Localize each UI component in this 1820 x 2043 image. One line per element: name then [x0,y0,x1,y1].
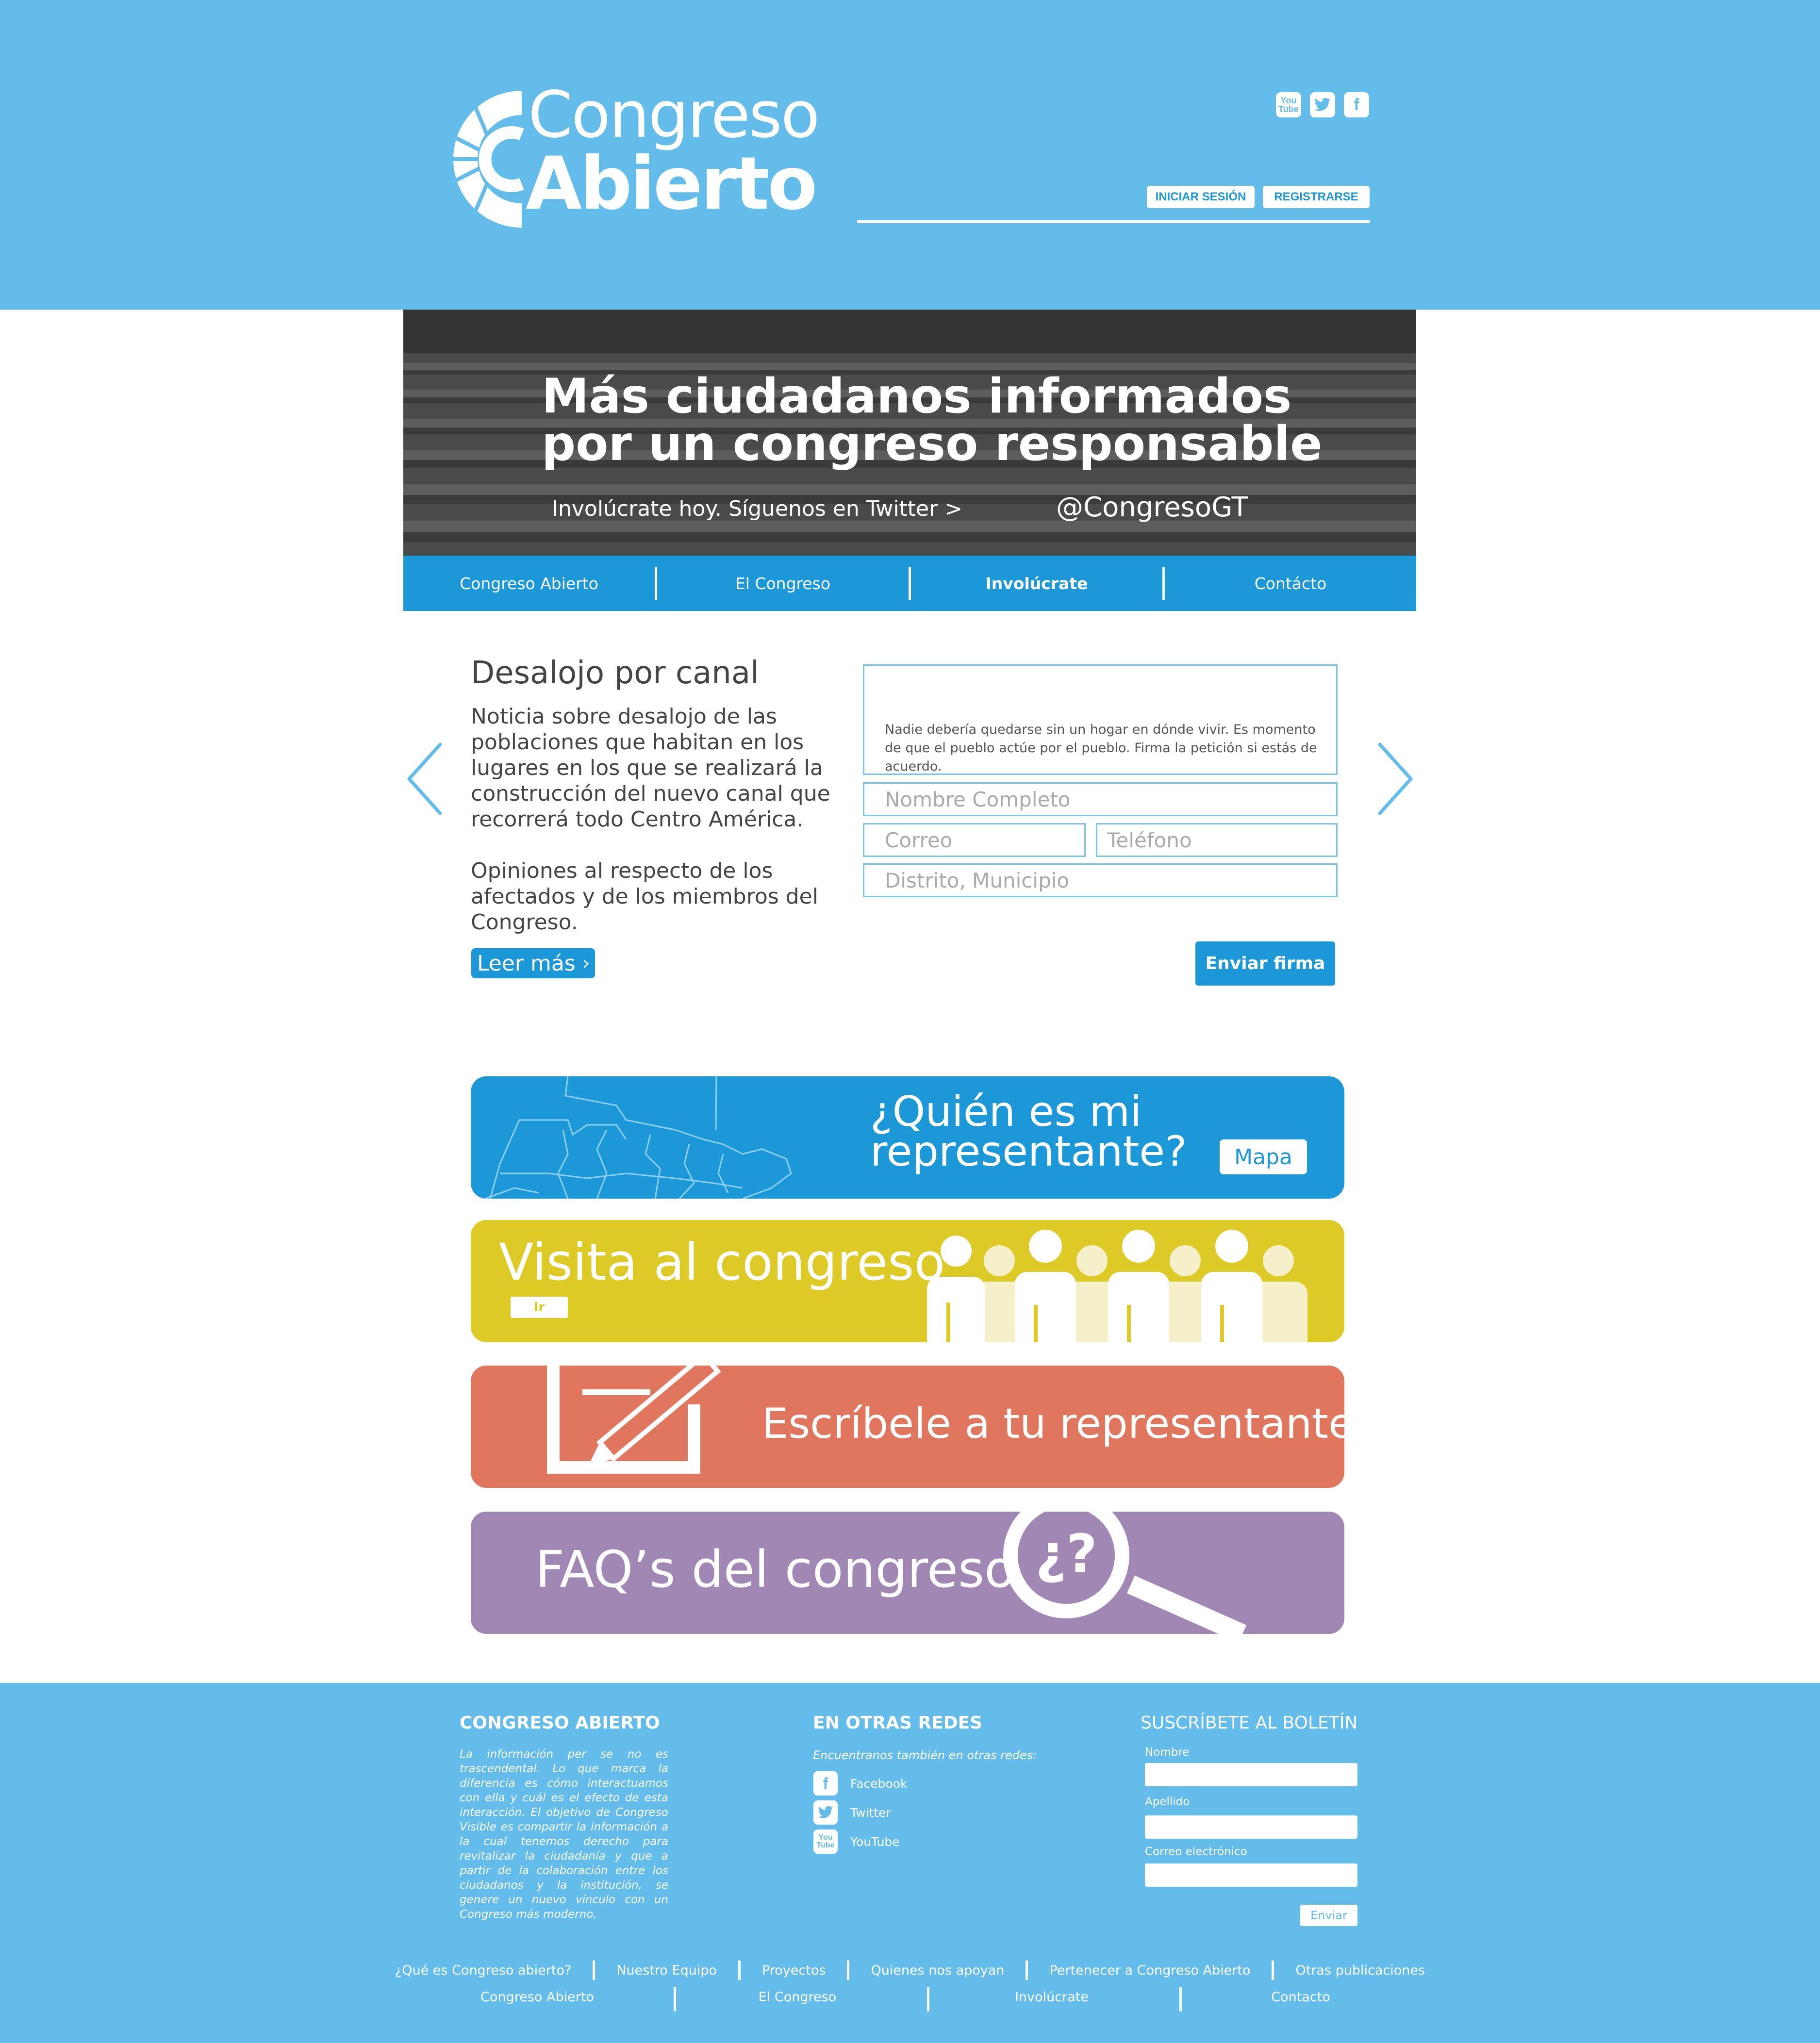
login-button[interactable]: INICIAR SESIÓN [1147,186,1255,208]
facebook-icon[interactable]: f [1344,92,1369,117]
footer-twitter-link[interactable]: Twitter [813,1800,891,1825]
carousel-next-arrow-icon[interactable] [1376,742,1415,815]
article-paragraph: Opiniones al respecto de los afectados y… [471,858,818,935]
facebook-icon: f [813,1771,838,1796]
petition-text: Nadie debería quedarse sin un hogar en d… [885,722,1317,774]
nav-item-el-congreso[interactable]: El Congreso [657,556,909,611]
find-representative-title: ¿Quién es mi representante? [870,1087,1187,1176]
email-input[interactable]: Correo [863,823,1086,857]
footer-youtube-link[interactable]: You Tube YouTube [813,1829,900,1854]
newsletter-name-label: Nombre [1145,1746,1190,1759]
footer-link-separator [1179,1987,1182,2011]
map-button[interactable]: Mapa [1220,1139,1307,1174]
main-nav: Congreso Abierto El Congreso Involúcrate… [403,556,1416,611]
footer-link-separator [738,1961,741,1980]
footer-networks-subtitle: Encuentranos también en otras redes: [813,1748,1037,1762]
footer-links-row2: Congreso Abierto El Congreso Involúcrate… [0,1987,1820,2011]
footer-nav-involucrate[interactable]: Involúcrate [1015,1990,1089,2005]
footer-link-what-is[interactable]: ¿Qué es Congreso abierto? [395,1963,571,1978]
article-title: Desalojo por canal [471,655,759,691]
hero-twitter-cta[interactable]: Involúcrate hoy. Síguenos en Twitter > [552,496,962,521]
site-footer [0,1683,1820,2043]
newsletter-email-input[interactable] [1145,1863,1357,1887]
hero-banner: Más ciudadanos informados por un congres… [403,310,1416,556]
footer-link-separator [1026,1961,1028,1980]
article-paragraph: Noticia sobre desalojo de las poblacione… [471,704,830,832]
find-representative-title-line2: representante? [870,1127,1187,1176]
youtube-icon[interactable]: You Tube [1276,92,1301,117]
nav-item-involucrate[interactable]: Involúcrate [911,556,1162,611]
pencil-paper-icon [547,1366,721,1474]
footer-facebook-label: Facebook [850,1776,908,1791]
hero-title-line1: Más ciudadanos informados [542,369,1292,424]
hero-title: Más ciudadanos informados por un congres… [542,373,1323,468]
hero-twitter-handle[interactable]: @CongresoGT [1056,492,1248,523]
visit-congress-banner[interactable]: Visita al congreso Ir [471,1220,1344,1342]
site-header: Congreso Abierto You Tube f INICIAR SESIÓ… [0,0,1820,310]
read-more-button[interactable]: Leer más › [471,948,595,978]
header-social-links: You Tube f [1267,92,1369,117]
twitter-icon [813,1800,838,1825]
newsletter-submit-button[interactable]: Enviar [1300,1905,1357,1926]
footer-link-separator [927,1987,929,2011]
youtube-icon: You Tube [813,1829,838,1854]
footer-about-heading: CONGRESO ABIERTO [460,1713,660,1733]
guatemala-map-icon [485,1076,792,1199]
footer-link-publications[interactable]: Otras publicaciones [1295,1963,1425,1978]
newsletter-name-input[interactable] [1145,1763,1357,1786]
footer-link-separator [847,1961,850,1980]
footer-facebook-link[interactable]: f Facebook [813,1771,907,1796]
carousel-prev-arrow-icon[interactable] [405,742,444,815]
logo-word-abierto: Abierto [526,142,817,226]
faq-title: FAQ’s del congreso [535,1540,1015,1599]
footer-nav-el-congreso[interactable]: El Congreso [759,1990,836,2005]
footer-networks-heading: EN OTRAS REDES [813,1713,983,1733]
faq-banner[interactable]: ¿? FAQ’s del congreso [471,1512,1344,1634]
site-logo[interactable]: Congreso Abierto [449,78,827,228]
logo-word-congreso: Congreso [528,78,820,152]
find-representative-title-line1: ¿Quién es mi [870,1087,1142,1136]
newsletter-surname-label: Apellido [1145,1796,1190,1808]
footer-link-separator [1272,1961,1274,1980]
newsletter-surname-input[interactable] [1145,1815,1357,1839]
find-representative-banner[interactable]: ¿Quién es mi representante? Mapa [471,1076,1344,1199]
newsletter-email-label: Correo electrónico [1145,1845,1247,1858]
full-name-input[interactable]: Nombre Completo [863,782,1338,816]
footer-links-row1: ¿Qué es Congreso abierto? Nuestro Equipo… [0,1961,1820,1980]
footer-link-team[interactable]: Nuestro Equipo [616,1963,717,1978]
twitter-icon[interactable] [1310,92,1335,117]
write-representative-banner[interactable]: Escríbele a tu representante [471,1366,1344,1488]
district-input[interactable]: Distrito, Municipio [863,863,1338,897]
footer-nav-contacto[interactable]: Contacto [1271,1990,1330,2005]
footer-newsletter-heading: SUSCRÍBETE AL BOLETÍN [1141,1713,1358,1733]
write-representative-title: Escríbele a tu representante [762,1400,1344,1448]
hero-title-line2: por un congreso responsable [542,416,1323,472]
footer-link-supporters[interactable]: Quienes nos apoyan [871,1963,1004,1978]
svg-text:¿?: ¿? [1035,1523,1097,1585]
register-button[interactable]: REGISTRARSE [1263,186,1370,208]
footer-link-separator [593,1961,596,1980]
submit-signature-button[interactable]: Enviar firma [1195,941,1335,986]
visit-congress-title: Visita al congreso [499,1233,945,1292]
nav-item-contacto[interactable]: Contácto [1165,556,1416,611]
footer-nav-congreso-abierto[interactable]: Congreso Abierto [480,1990,594,2005]
logo-mark-icon [449,91,524,228]
footer-link-join[interactable]: Pertenecer a Congreso Abierto [1049,1963,1250,1978]
article-body: Noticia sobre desalojo de las poblacione… [471,704,849,935]
header-divider [857,220,1370,223]
footer-link-projects[interactable]: Proyectos [762,1963,826,1978]
footer-twitter-label: Twitter [850,1805,891,1820]
go-button[interactable]: Ir [511,1297,568,1318]
footer-youtube-label: YouTube [850,1834,900,1849]
read-more-label: Leer más [477,951,576,976]
footer-link-separator [674,1987,676,2011]
phone-input[interactable]: Teléfono [1096,823,1338,857]
footer-about-text: La información per se no es trascendenta… [460,1748,668,1921]
nav-item-congreso-abierto[interactable]: Congreso Abierto [403,556,655,611]
chevron-right-icon: › [582,952,590,974]
